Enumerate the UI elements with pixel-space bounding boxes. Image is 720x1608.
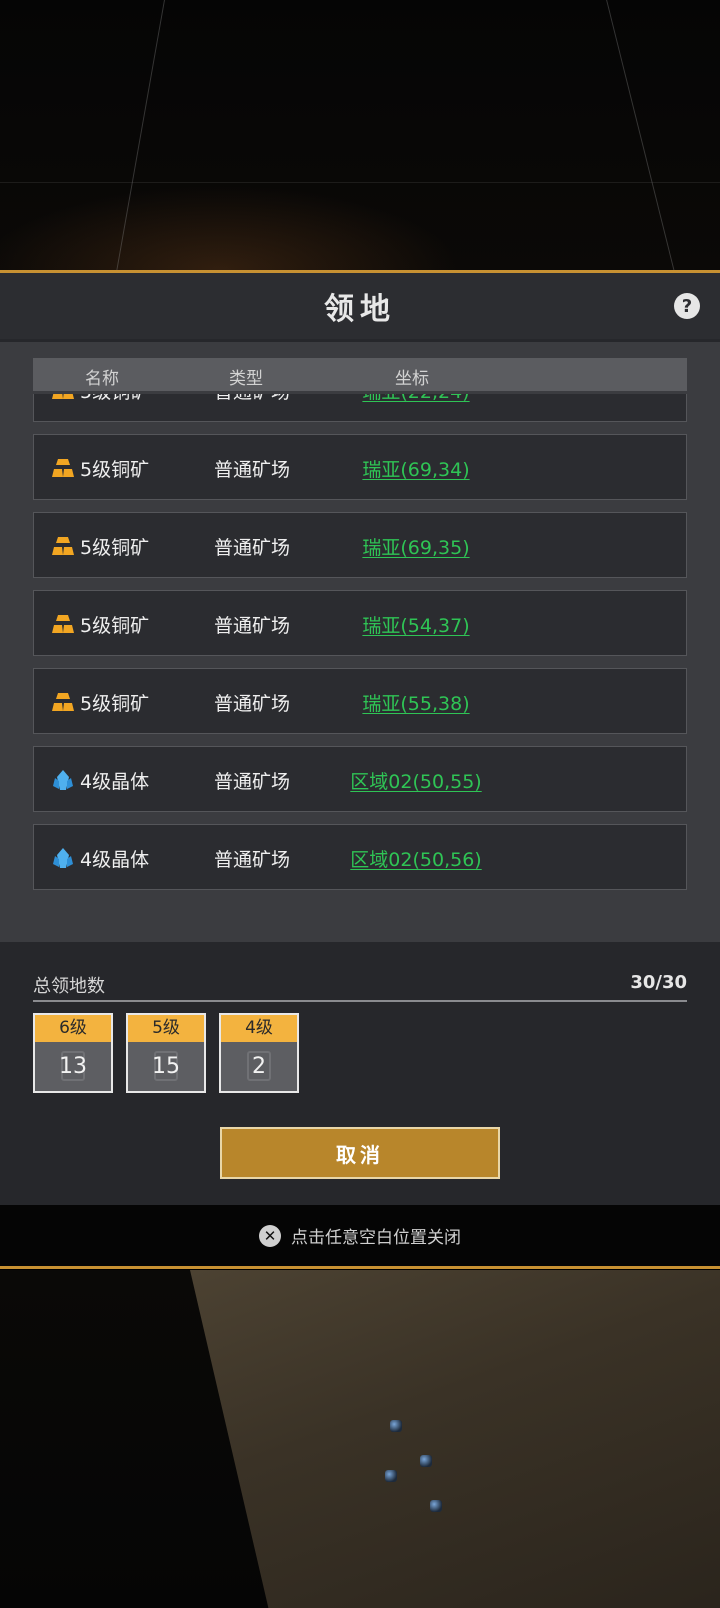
grid-line [0,182,720,183]
table-header: 名称 类型 坐标 [33,358,687,391]
table-row[interactable]: 5级铜矿 普通矿场 瑞亚(55,38) [33,668,687,734]
ore-crystal [420,1455,432,1467]
close-hint-bar[interactable]: ✕ 点击任意空白位置关闭 [0,1205,720,1269]
coord-link[interactable]: 瑞亚(69,34) [34,455,687,482]
question-icon[interactable]: ? [674,293,700,319]
level-card-5: 5级 15 [126,1013,206,1093]
level-badge: 4级 [221,1015,297,1042]
ore-crystal [390,1420,402,1432]
column-header-coord: 坐标 [395,369,429,389]
ore-crystal [385,1470,397,1482]
table-row[interactable]: 4级晶体 普通矿场 区域02(50,55) [33,746,687,812]
total-territory-summary: 总领地数 30/30 [33,968,687,1002]
table-row[interactable]: 5级铜矿 普通矿场 瑞亚(54,37) [33,590,687,656]
column-header-name: 名称 [85,369,119,389]
game-scene-bottom[interactable] [0,1270,720,1608]
level-count: 15 [152,1054,180,1079]
total-territory-count: 30/30 [630,972,687,993]
total-territory-label: 总领地数 [33,976,105,997]
column-header-type: 类型 [229,369,263,389]
panel-title: 领地 [324,292,396,327]
ore-crystal [430,1500,442,1512]
level-card-4: 4级 2 [219,1013,299,1093]
close-icon: ✕ [259,1224,281,1247]
panel-header: 领地 ? [0,273,720,339]
coord-link[interactable]: 瑞亚(22,24) [34,394,687,404]
grid-line [116,0,165,272]
coord-link[interactable]: 瑞亚(54,37) [34,611,687,638]
game-scene-top[interactable] [0,0,720,272]
level-card-6: 6级 13 [33,1013,113,1093]
level-count: 2 [252,1054,266,1079]
level-badge: 5级 [128,1015,204,1042]
coord-link[interactable]: 区域02(50,56) [34,845,687,872]
territory-list[interactable]: 5级铜矿 普通矿场 瑞亚(22,24) 5级铜矿 普通矿场 瑞亚(69,34) … [33,394,687,909]
table-row[interactable]: 5级铜矿 普通矿场 瑞亚(69,35) [33,512,687,578]
cancel-button[interactable]: 取消 [220,1127,500,1179]
close-hint-text: 点击任意空白位置关闭 [291,1228,461,1248]
coord-link[interactable]: 区域02(50,55) [34,767,687,794]
level-badge: 6级 [35,1015,111,1042]
table-row[interactable]: 5级铜矿 普通矿场 瑞亚(69,34) [33,434,687,500]
coord-link[interactable]: 瑞亚(55,38) [34,689,687,716]
coord-link[interactable]: 瑞亚(69,35) [34,533,687,560]
rock-terrain [190,1270,720,1608]
territory-panel: 领地 ? 名称 类型 坐标 5级铜矿 普通矿场 瑞亚(22,24) 5级铜矿 普… [0,270,720,1205]
grid-line [606,0,675,272]
table-row[interactable]: 5级铜矿 普通矿场 瑞亚(22,24) [33,394,687,422]
table-row[interactable]: 4级晶体 普通矿场 区域02(50,56) [33,824,687,890]
level-count: 13 [59,1054,87,1079]
